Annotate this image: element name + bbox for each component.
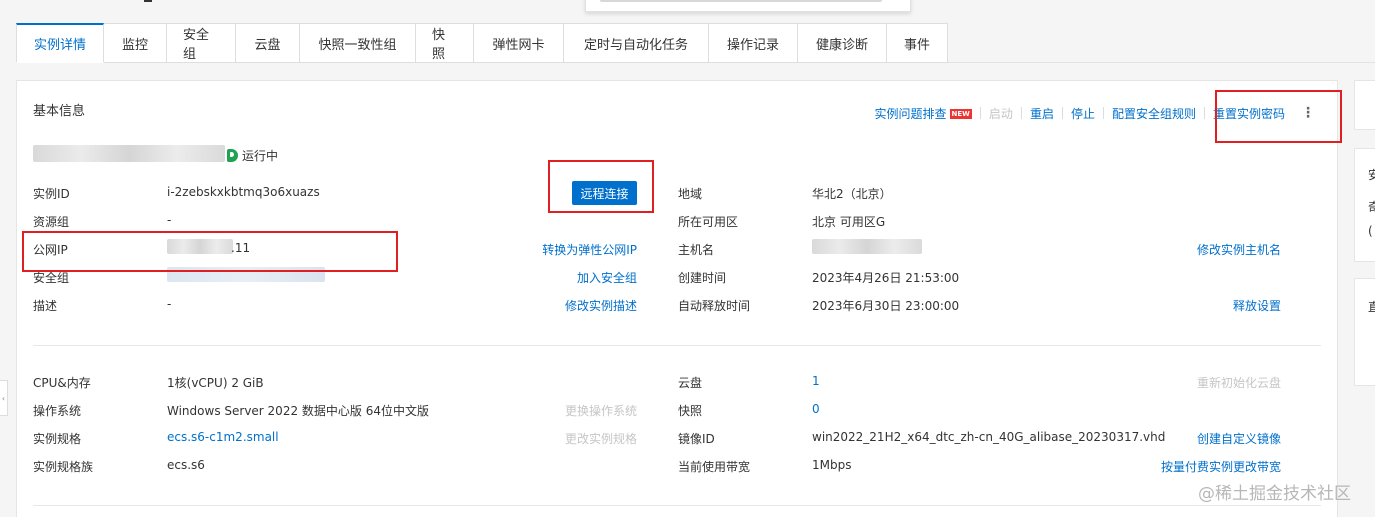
watermark: @稀土掘金技术社区: [1198, 484, 1351, 504]
public-ip-redacted: [167, 239, 233, 254]
edit-hostname-link[interactable]: 修改实例主机名: [1137, 241, 1281, 258]
tab-events[interactable]: 事件: [887, 23, 948, 63]
created-time-label: 创建时间: [678, 271, 727, 285]
tab-health-diagnosis[interactable]: 健康诊断: [798, 23, 887, 63]
instance-id-value: i-2zebskxkbtmq3o6xuazs: [167, 185, 320, 199]
section-divider: [33, 345, 1321, 346]
snapshot-label: 快照: [678, 404, 703, 418]
instance-id-label: 实例ID: [33, 187, 70, 201]
change-spec-link[interactable]: 更改实例规格: [497, 430, 637, 447]
region-label: 地域: [678, 187, 703, 201]
start-button[interactable]: 启动: [981, 105, 1021, 122]
bandwidth-label: 当前使用带宽: [678, 460, 751, 474]
running-status-icon: [227, 149, 238, 162]
join-sg-link[interactable]: 加入安全组: [497, 269, 637, 286]
disk-count-link[interactable]: 1: [812, 374, 820, 388]
description-label: 描述: [33, 299, 58, 313]
side-card-text: (: [1368, 224, 1373, 238]
cpu-memory-value: 1核(vCPU) 2 GiB: [167, 376, 264, 390]
security-group-redacted[interactable]: [167, 267, 325, 282]
auto-release-label: 自动释放时间: [678, 299, 751, 313]
auto-release-value: 2023年6月30日 23:00:00: [812, 299, 960, 313]
created-time-value: 2023年4月26日 21:53:00: [812, 271, 960, 285]
collapse-sidebar-toggle[interactable]: ‹: [0, 380, 8, 416]
os-value: Windows Server 2022 数据中心版 64位中文版: [167, 404, 429, 418]
more-options-icon[interactable]: ⋮: [1293, 105, 1319, 121]
edit-description-link[interactable]: 修改实例描述: [497, 297, 637, 314]
image-id-value: win2022_21H2_x64_dtc_zh-cn_40G_alibase_2…: [812, 430, 1166, 444]
side-card-text: 直: [1368, 300, 1375, 314]
tab-snapshot-consistency-groups[interactable]: 快照一致性组: [300, 23, 416, 63]
side-card: [1354, 278, 1375, 386]
resource-group-label: 资源组: [33, 215, 70, 229]
release-settings-link[interactable]: 释放设置: [1137, 297, 1281, 314]
image-id-label: 镜像ID: [678, 432, 715, 446]
os-label: 操作系统: [33, 404, 82, 418]
security-group-label: 安全组: [33, 271, 70, 285]
section-divider: [33, 505, 1321, 506]
hostname-redacted: [812, 239, 922, 254]
public-ip-suffix: .11: [231, 241, 251, 255]
public-ip-label: 公网IP: [33, 243, 68, 257]
tab-instance-details[interactable]: 实例详情: [16, 23, 104, 63]
side-card: [1354, 80, 1375, 130]
tab-scheduled-tasks[interactable]: 定时与自动化任务: [564, 23, 709, 63]
tab-disks[interactable]: 云盘: [236, 23, 300, 63]
stop-button[interactable]: 停止: [1063, 105, 1103, 122]
tab-security-groups[interactable]: 安全组: [167, 23, 236, 63]
config-sg-rules-link[interactable]: 配置安全组规则: [1104, 105, 1204, 122]
instance-name-redacted: [33, 145, 225, 162]
chevron-left-icon: ‹: [1, 393, 6, 403]
zone-label: 所在可用区: [678, 215, 739, 229]
instance-spec-label: 实例规格: [33, 432, 82, 446]
cpu-memory-label: CPU&内存: [33, 376, 91, 390]
instance-spec-link[interactable]: ecs.s6-c1m2.small: [167, 430, 279, 444]
instance-status: 运行中: [227, 147, 278, 164]
new-badge: NEW: [949, 109, 972, 119]
region-value: 华北2（北京）: [812, 187, 892, 201]
tooltip-popover: [585, 0, 911, 12]
side-card-text: 安: [1368, 168, 1375, 182]
hostname-label: 主机名: [678, 243, 715, 257]
change-os-link[interactable]: 更换操作系统: [497, 402, 637, 419]
spec-family-value: ecs.s6: [167, 458, 205, 472]
resource-group-value: -: [167, 213, 172, 227]
basic-info-panel: 基本信息 实例问题排查 NEW 启动 重启 停止 配置安全组规则 重置实例密码 ⋮…: [16, 80, 1338, 517]
page-title-fragment: [144, 0, 152, 2]
disk-label: 云盘: [678, 376, 703, 390]
instance-actions: 实例问题排查 NEW 启动 重启 停止 配置安全组规则 重置实例密码 ⋮: [867, 105, 1319, 121]
restart-button[interactable]: 重启: [1022, 105, 1062, 122]
create-image-link[interactable]: 创建自定义镜像: [1137, 430, 1281, 447]
panel-title: 基本信息: [33, 104, 86, 119]
snapshot-count-link[interactable]: 0: [812, 402, 820, 416]
spec-family-label: 实例规格族: [33, 460, 94, 474]
reset-password-link[interactable]: 重置实例密码: [1205, 105, 1293, 122]
tab-operation-logs[interactable]: 操作记录: [709, 23, 798, 63]
tab-monitoring[interactable]: 监控: [104, 23, 167, 63]
description-value: -: [167, 297, 172, 311]
reinit-disk-link[interactable]: 重新初始化云盘: [1137, 374, 1281, 391]
tab-eni[interactable]: 弹性网卡: [474, 23, 564, 63]
bandwidth-value: 1Mbps: [812, 458, 852, 472]
convert-eip-link[interactable]: 转换为弹性公网IP: [497, 241, 637, 258]
side-card-text: 奇: [1368, 200, 1375, 214]
zone-value: 北京 可用区G: [812, 215, 886, 229]
troubleshoot-link[interactable]: 实例问题排查 NEW: [867, 105, 980, 122]
status-text: 运行中: [242, 149, 279, 163]
remote-connect-button[interactable]: 远程连接: [572, 181, 637, 205]
change-bandwidth-link[interactable]: 按量付费实例更改带宽: [1117, 458, 1281, 475]
instance-tabs: 实例详情 监控 安全组 云盘 快照一致性组 快照 弹性网卡 定时与自动化任务 操…: [16, 23, 1375, 63]
tab-snapshots[interactable]: 快照: [416, 23, 474, 63]
